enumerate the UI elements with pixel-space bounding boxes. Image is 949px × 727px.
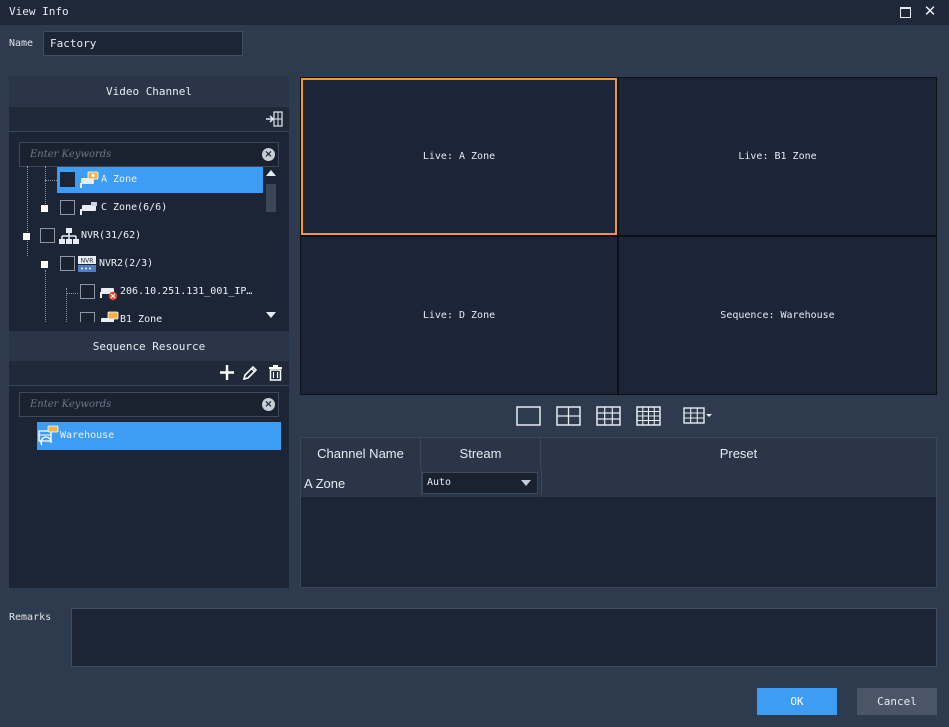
tree-item-ip-camera[interactable]: 206.10.251.131_001_IP…: [69, 279, 263, 305]
stream-select[interactable]: Auto: [422, 472, 538, 494]
tree-item-checkbox[interactable]: [80, 312, 95, 322]
tree-item-checkbox[interactable]: [60, 200, 75, 215]
tree-item-label: C Zone(6/6): [101, 202, 168, 213]
edit-icon[interactable]: [242, 364, 258, 381]
layout-bar: [300, 400, 937, 430]
sequence-resource-header: Sequence Resource: [9, 331, 289, 362]
video-channel-search[interactable]: ×: [19, 142, 279, 167]
tree-item-nvr2[interactable]: NVR NVR2(2/3): [41, 251, 263, 277]
more-layouts-icon[interactable]: [683, 407, 715, 425]
tree-guide-line: [45, 270, 46, 322]
tree-item-nvr[interactable]: NVR(31/62): [23, 223, 263, 249]
preview-cell-2[interactable]: Live: B1 Zone: [619, 78, 936, 235]
tree-item-b1-zone[interactable]: B1 Zone: [69, 307, 263, 322]
preview-cell-4[interactable]: Sequence: Warehouse: [619, 237, 936, 394]
sequence-icon: [38, 425, 59, 446]
channel-table: Channel Name Stream Preset A Zone Auto: [300, 437, 937, 588]
channel-name-cell: A Zone: [304, 476, 346, 491]
layout-9-icon[interactable]: [596, 406, 621, 426]
clear-search-icon[interactable]: ×: [262, 148, 275, 161]
column-separator: [541, 470, 542, 497]
close-icon[interactable]: ✕: [922, 4, 938, 20]
sequence-toolbar: [9, 361, 289, 386]
scroll-up-icon[interactable]: [266, 170, 276, 176]
network-icon: [59, 228, 79, 244]
tree-item-label: 206.10.251.131_001_IP…: [120, 286, 253, 297]
column-header-preset: Preset: [541, 438, 936, 470]
preset-cell[interactable]: [546, 476, 926, 492]
preview-cell-label: Sequence: Warehouse: [720, 310, 835, 321]
delete-icon[interactable]: [268, 364, 283, 381]
scroll-thumb[interactable]: [266, 184, 276, 212]
video-channel-search-input[interactable]: [20, 143, 256, 166]
column-separator: [421, 470, 422, 497]
tree-item-label: A Zone: [101, 174, 138, 185]
sequence-item-label: Warehouse: [60, 430, 115, 441]
clear-search-icon[interactable]: ×: [262, 398, 275, 411]
tree-item-label: NVR2(2/3): [99, 258, 154, 269]
camera-icon: [101, 311, 119, 322]
column-header-channel-name: Channel Name: [301, 438, 421, 470]
preview-cell-label: Live: B1 Zone: [738, 151, 817, 162]
tree-item-c-zone[interactable]: C Zone(6/6): [41, 195, 263, 221]
preview-cell-1[interactable]: Live: A Zone: [301, 78, 617, 235]
tree-item-checkbox[interactable]: [60, 172, 75, 187]
name-label: Name: [9, 38, 34, 49]
camera-icon: [80, 202, 97, 215]
maximize-icon[interactable]: [897, 4, 913, 20]
video-channel-toolbar: [9, 107, 289, 132]
layout-16-icon[interactable]: [636, 406, 661, 426]
tree-scrollbar[interactable]: [263, 168, 279, 322]
remarks-textarea[interactable]: [71, 608, 937, 667]
stream-select-value: Auto: [427, 477, 452, 488]
nvr-icon: NVR: [78, 256, 96, 272]
svg-text:NVR: NVR: [81, 258, 94, 265]
preview-cell-label: Live: D Zone: [422, 310, 496, 321]
add-icon[interactable]: [219, 364, 235, 381]
tree-item-checkbox[interactable]: [40, 228, 55, 243]
preview-cell-3[interactable]: Live: D Zone: [301, 237, 617, 394]
collapse-icon[interactable]: [41, 205, 48, 212]
table-row[interactable]: A Zone Auto: [301, 470, 936, 497]
remarks-label: Remarks: [9, 612, 52, 623]
collapse-icon[interactable]: [41, 261, 48, 268]
preview-grid: Live: A Zone Live: B1 Zone Live: D Zone …: [300, 77, 937, 395]
scroll-down-icon[interactable]: [266, 312, 276, 318]
name-input[interactable]: [43, 31, 243, 56]
chevron-down-icon: [521, 480, 531, 486]
preview-cell-label: Live: A Zone: [422, 151, 496, 162]
tree-item-label: NVR(31/62): [81, 230, 142, 241]
window-title: View Info: [9, 5, 69, 18]
video-channel-header: Video Channel: [9, 76, 289, 107]
sequence-search[interactable]: ×: [19, 392, 279, 417]
tree-item-a-zone[interactable]: A Zone: [57, 167, 263, 193]
tree-item-checkbox[interactable]: [60, 256, 75, 271]
sequence-search-input[interactable]: [20, 393, 256, 416]
collapse-icon[interactable]: [23, 233, 30, 240]
cancel-button[interactable]: Cancel: [857, 688, 937, 715]
tree-guide-line: [66, 293, 78, 294]
video-channel-tree: A Zone C Zone(6/6) NVR(31/62) NVR NVR2(2…: [19, 166, 263, 322]
title-bar: View Info ✕: [0, 0, 949, 25]
import-layout-icon[interactable]: [265, 111, 283, 127]
tree-item-label: B1 Zone: [120, 314, 163, 322]
tree-guide-line: [45, 180, 57, 181]
layout-4-icon[interactable]: [556, 406, 581, 426]
column-header-stream: Stream: [421, 438, 541, 470]
tree-item-checkbox[interactable]: [80, 284, 95, 299]
ok-button[interactable]: OK: [757, 688, 837, 715]
camera-icon: [80, 171, 99, 188]
layout-1-icon[interactable]: [516, 406, 541, 426]
sequence-item-warehouse[interactable]: Warehouse: [37, 422, 281, 450]
camera-offline-icon: [100, 288, 118, 301]
